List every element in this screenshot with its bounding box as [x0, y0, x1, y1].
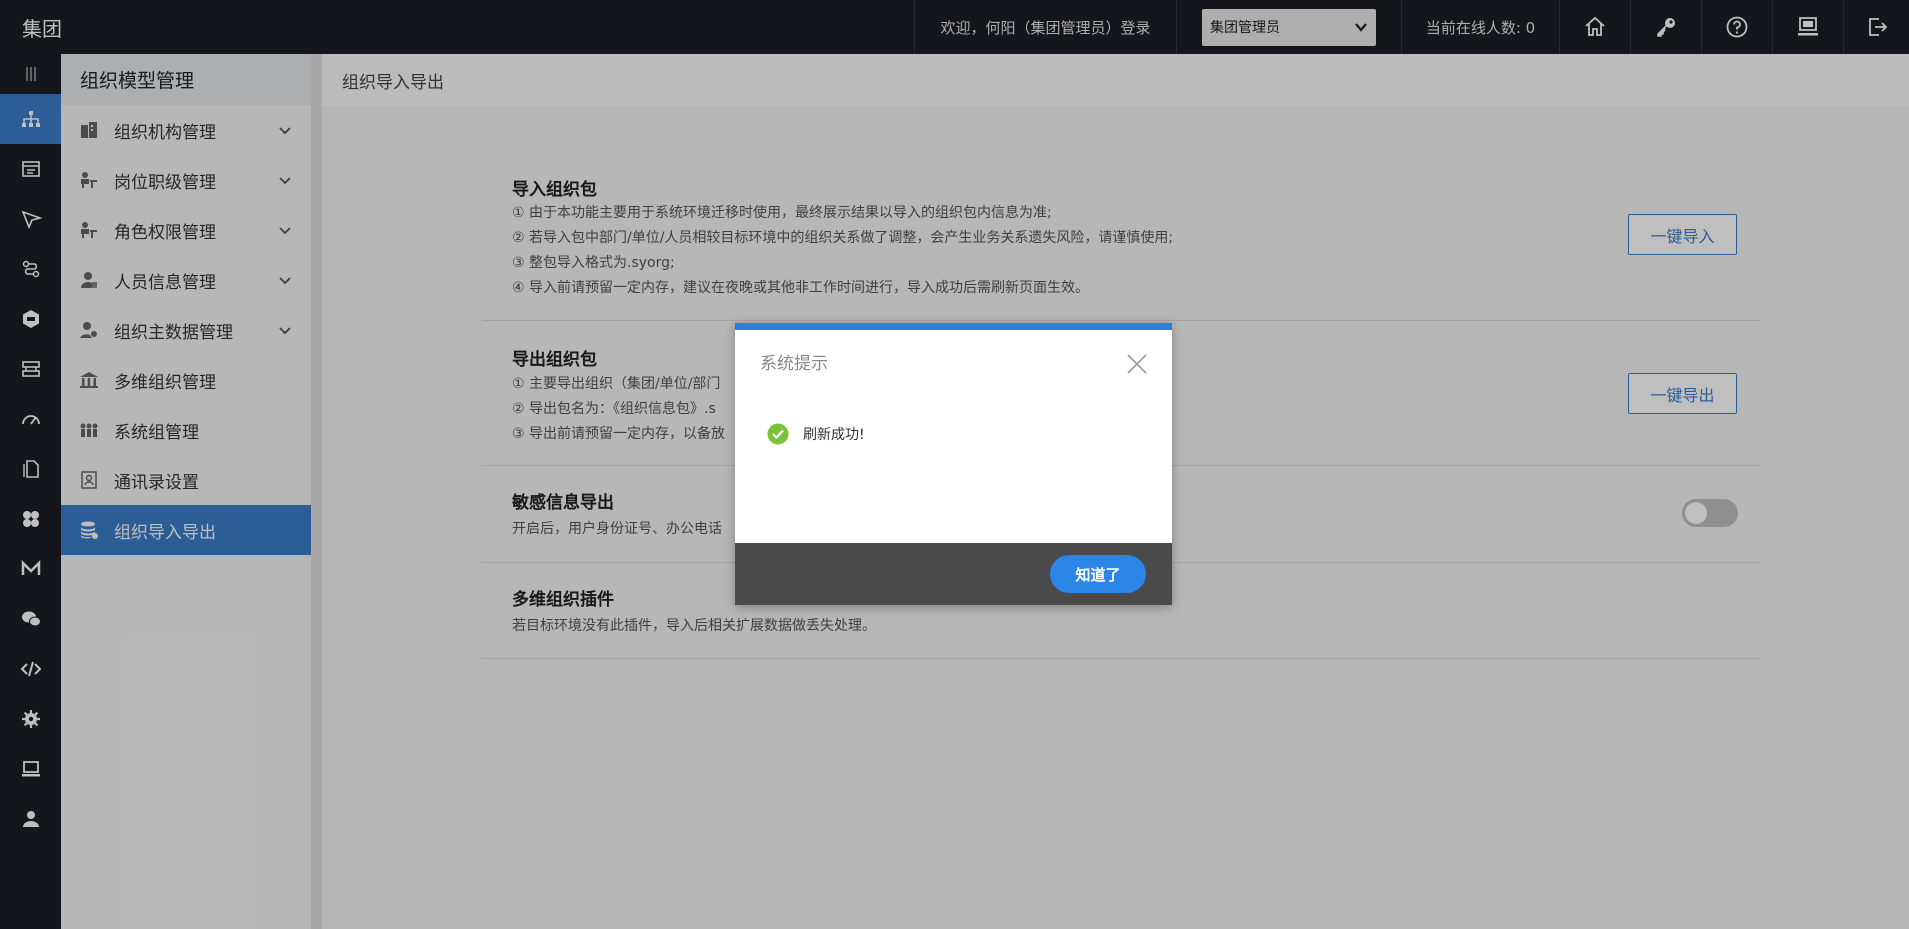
- dialog-message: 刷新成功!: [767, 423, 865, 445]
- close-icon[interactable]: [1126, 353, 1148, 375]
- got-it-button[interactable]: 知道了: [1050, 555, 1146, 593]
- dialog-footer: 知道了: [735, 543, 1172, 605]
- success-check-icon: [767, 423, 789, 445]
- dialog-message-text: 刷新成功!: [803, 427, 865, 443]
- system-prompt-dialog: 系统提示 刷新成功! 知道了: [735, 323, 1172, 605]
- dialog-title: 系统提示: [760, 354, 828, 374]
- dialog-top-bar: [735, 323, 1172, 330]
